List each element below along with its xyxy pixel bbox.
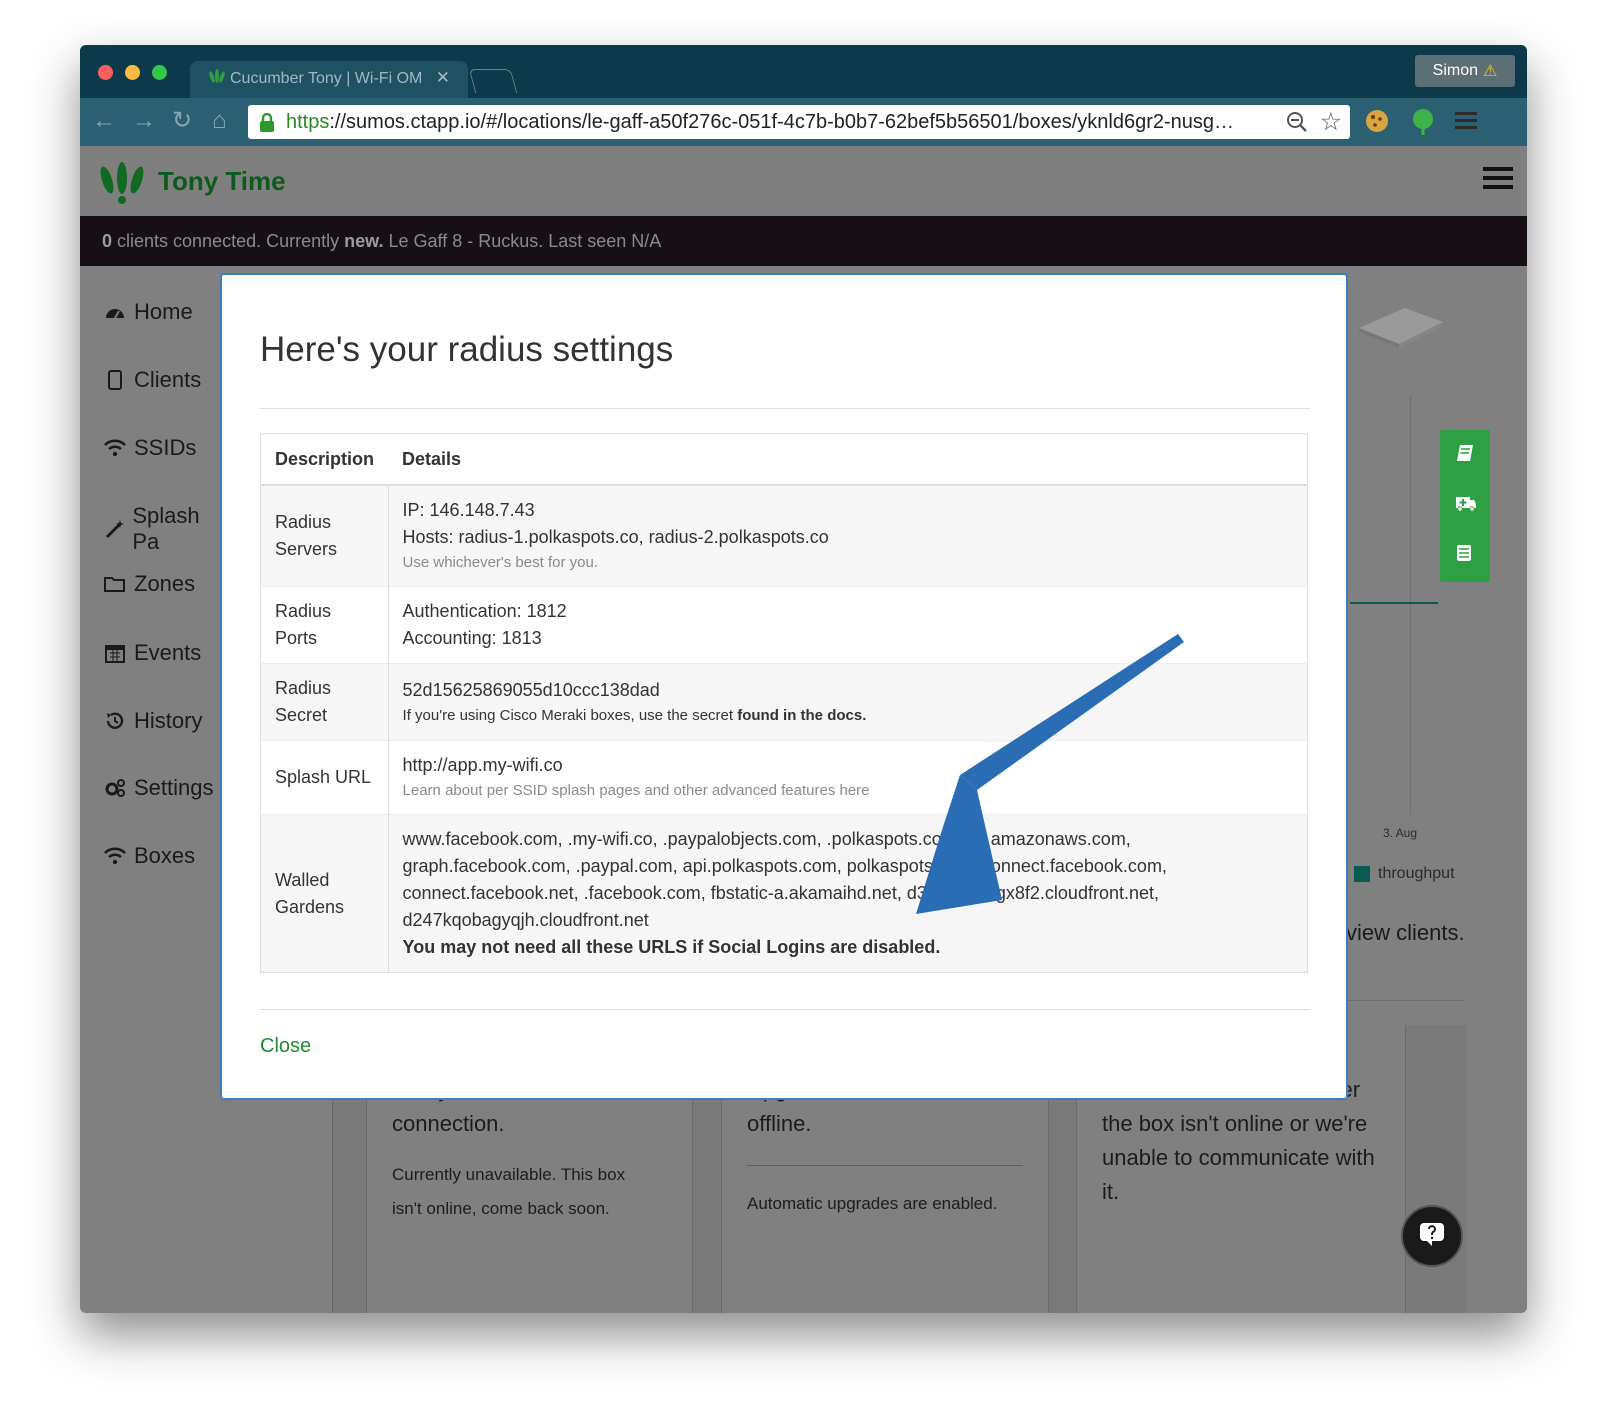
forward-arrow-icon[interactable]: → (132, 108, 156, 134)
profile-button[interactable]: Simon ⚠ (1415, 55, 1515, 87)
list-icon[interactable] (1455, 544, 1473, 567)
sidebar-item-splash[interactable]: Splash Pa (104, 503, 225, 555)
sidebar-item-settings[interactable]: Settings (104, 775, 214, 801)
tab-title: Cucumber Tony | Wi-Fi OM (230, 70, 423, 87)
servers-hint: Use whichever's best for you. (402, 554, 598, 571)
sidebar-item-home[interactable]: Home (104, 299, 193, 325)
back-arrow-icon[interactable]: ← (92, 108, 116, 134)
minimize-window-button[interactable] (125, 65, 140, 80)
browser-tab[interactable]: Cucumber Tony | Wi-Fi OM ✕ (190, 61, 468, 98)
row-label: Radius Ports (260, 586, 389, 664)
card-body: Automatic upgrades are enabled. (747, 1194, 998, 1213)
status-bar: 0 clients connected. Currently new. Le G… (80, 216, 1527, 266)
zoom-icon[interactable] (1286, 111, 1308, 138)
floating-tools-panel (1440, 430, 1490, 582)
sidebar-item-boxes[interactable]: Boxes (104, 843, 195, 869)
auth-port[interactable]: Authentication: 1812 (403, 598, 1293, 625)
lock-icon (258, 112, 276, 138)
access-point-image (1355, 300, 1445, 350)
divider (747, 1165, 1023, 1166)
row-label: Radius Secret (260, 663, 389, 741)
sidebar-item-zones[interactable]: Zones (104, 571, 195, 597)
app-header: Tony Time (80, 146, 1527, 216)
cookie-extension-icon[interactable] (1364, 108, 1390, 139)
tab-close-icon[interactable]: ✕ (436, 68, 450, 88)
cucumber-favicon-icon (208, 69, 226, 92)
chart-series-line (1350, 602, 1438, 604)
clients-count: 0 (102, 231, 113, 251)
sidebar-item-history[interactable]: History (104, 708, 202, 734)
legend-label: throughput (1378, 865, 1455, 882)
radius-ip[interactable]: IP: 146.148.7.43 (403, 497, 1293, 524)
chart-legend[interactable]: throughput (1354, 865, 1455, 883)
modal-title: Here's your radius settings (260, 330, 674, 369)
sidebar-item-events[interactable]: Events (104, 640, 201, 666)
radius-hosts[interactable]: Hosts: radius-1.polkaspots.co, radius-2.… (403, 524, 1293, 551)
view-clients-text: view clients. (1346, 920, 1465, 945)
address-bar[interactable]: https://sumos.ctapp.io/#/locations/le-ga… (248, 105, 1350, 139)
warning-icon: ⚠ (1483, 63, 1498, 80)
divider (1342, 1000, 1464, 1001)
wifi-icon (104, 847, 126, 865)
row-details: IP: 146.148.7.43 Hosts: radius-1.polkasp… (388, 484, 1308, 587)
question-icon (1419, 1221, 1445, 1252)
divider (260, 408, 1310, 409)
browser-toolbar: ← → ↻ ⌂ https://sumos.ctapp.io/#/locatio… (80, 98, 1527, 146)
annotation-arrow-icon (916, 634, 1184, 914)
reload-icon[interactable]: ↻ (172, 108, 192, 134)
row-label: Splash URL (260, 740, 389, 815)
legend-swatch (1354, 866, 1370, 882)
browser-titlebar: Cucumber Tony | Wi-Fi OM ✕ Simon ⚠ (80, 45, 1527, 98)
history-icon (104, 711, 126, 731)
profile-name: Simon (1432, 62, 1478, 79)
app-menu-icon[interactable] (1483, 166, 1513, 195)
home-icon[interactable]: ⌂ (212, 108, 227, 134)
sidebar-item-ssids[interactable]: SSIDs (104, 435, 196, 461)
row-label: Radius Servers (260, 484, 389, 587)
table-header-row: Description Details (260, 433, 1308, 486)
calendar-icon (104, 643, 126, 663)
device-icon (104, 370, 126, 390)
ambulance-icon[interactable] (1455, 494, 1477, 517)
app-brand[interactable]: Tony Time (158, 166, 286, 197)
bookmark-star-icon[interactable]: ☆ (1320, 107, 1342, 137)
cucumber-logo-icon (98, 160, 146, 211)
column-header-details: Details (388, 433, 1308, 486)
docs-link[interactable]: found in the docs. (737, 707, 866, 724)
card-body: Currently unavailable. This box isn't on… (392, 1165, 626, 1218)
close-window-button[interactable] (98, 65, 113, 80)
close-button[interactable]: Close (260, 1035, 311, 1058)
leaf-extension-icon[interactable] (1410, 108, 1436, 141)
url-text: https://sumos.ctapp.io/#/locations/le-ga… (286, 111, 1235, 133)
dashboard-icon (104, 303, 126, 321)
chart-x-tick: 3. Aug (1383, 826, 1418, 840)
browser-menu-icon[interactable] (1455, 111, 1477, 136)
new-tab-button[interactable] (468, 69, 518, 93)
sidebar-item-clients[interactable]: Clients (104, 367, 201, 393)
column-header-description: Description (260, 433, 389, 486)
row-label: Walled Gardens (260, 814, 389, 973)
book-icon[interactable] (1455, 444, 1475, 467)
walled-garden-warning: You may not need all these URLS if Socia… (402, 937, 941, 957)
divider (260, 1009, 1310, 1010)
gears-icon (104, 778, 126, 798)
radius-settings-modal: Here's your radius settings Description … (220, 273, 1348, 1100)
maximize-window-button[interactable] (152, 65, 167, 80)
sidebar: Home Clients SSIDs Splash Pa Zones Event… (80, 266, 225, 1313)
status-state: new. (344, 231, 384, 251)
folder-icon (104, 575, 126, 593)
browser-window: Cucumber Tony | Wi-Fi OM ✕ Simon ⚠ ← → ↻… (80, 45, 1527, 1313)
wand-icon (104, 519, 125, 539)
wifi-icon (104, 439, 126, 457)
table-row-radius-servers: Radius Servers IP: 146.148.7.43 Hosts: ra… (260, 484, 1308, 587)
chart-axis (1410, 395, 1411, 815)
help-chat-button[interactable] (1401, 1205, 1463, 1267)
